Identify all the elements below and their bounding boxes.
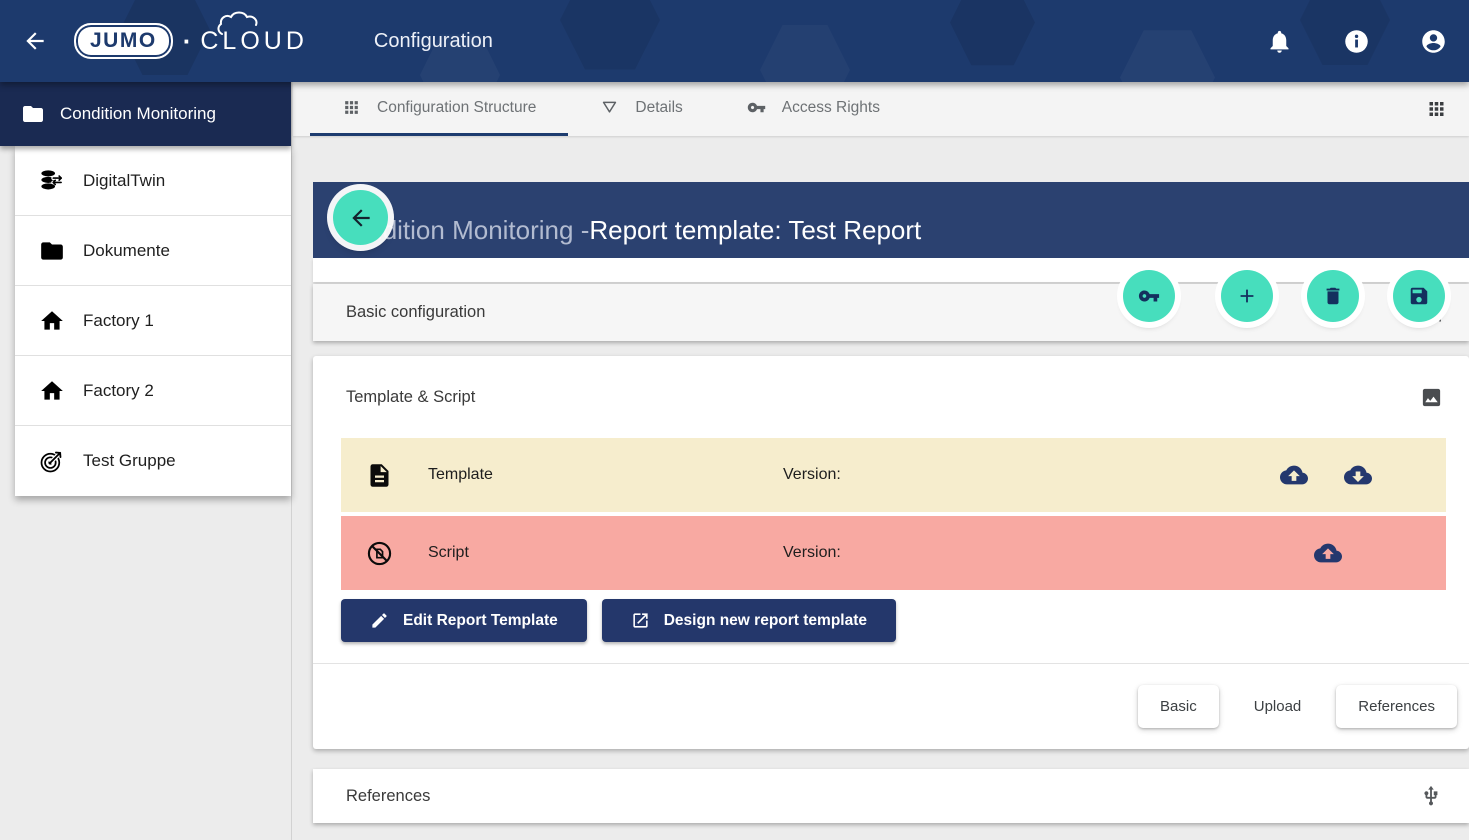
open-in-new-icon [631, 611, 650, 630]
pencil-icon [370, 611, 389, 630]
bell-icon[interactable] [1266, 28, 1293, 55]
cloud-outline-icon [216, 10, 274, 36]
tab-details[interactable]: Details [568, 82, 714, 136]
cloud-upload-icon[interactable] [1280, 461, 1308, 489]
template-row: Template Version: [341, 438, 1446, 512]
sidebar-item-factory-2[interactable]: Factory 2 [15, 356, 291, 426]
template-row-actions [1280, 461, 1372, 489]
document-off-icon [366, 540, 393, 567]
sidebar-item-test-gruppe[interactable]: Test Gruppe [15, 426, 291, 496]
cloud-logo: CLOUD [200, 27, 308, 56]
title-main: Report template: Test Report [589, 215, 921, 246]
script-version-label: Version: [783, 544, 841, 562]
references-panel[interactable]: References [313, 769, 1469, 823]
key-icon [1138, 285, 1160, 307]
cloud-download-icon[interactable] [1344, 461, 1372, 489]
script-row: Script Version: [341, 516, 1446, 590]
jumo-logo-pill: JUMO [74, 23, 173, 59]
image-icon [1420, 386, 1443, 409]
hex-decoration [760, 20, 850, 82]
main-area: Configuration Structure Details Access R… [293, 82, 1469, 840]
template-version-label: Version: [783, 466, 841, 484]
page-title: Configuration [374, 30, 493, 53]
sidebar-root-label: Condition Monitoring [60, 104, 216, 124]
hex-decoration [950, 0, 1035, 70]
references-label: References [346, 787, 430, 806]
trash-icon [1322, 285, 1344, 307]
add-fab-button[interactable] [1221, 270, 1273, 322]
jumo-cloud-logo: JUMO · CLOUD [74, 23, 308, 59]
template-action-buttons: Edit Report Template Design new report t… [341, 599, 1469, 642]
back-arrow-icon[interactable] [22, 28, 48, 54]
document-icon [366, 462, 393, 489]
tab-label: Configuration Structure [377, 99, 536, 117]
edit-report-template-button[interactable]: Edit Report Template [341, 599, 587, 642]
folder-icon [21, 102, 45, 126]
detail-content: Condition Monitoring - Report template: … [293, 182, 1469, 823]
basic-configuration-label: Basic configuration [346, 303, 485, 322]
save-icon [1408, 285, 1430, 307]
detail-title-bar: Condition Monitoring - Report template: … [313, 182, 1469, 258]
brand-separator: · [183, 26, 192, 57]
apps-grid-icon[interactable] [1426, 99, 1447, 120]
sidebar: Condition Monitoring DigitalTwin [0, 82, 292, 840]
home-icon [39, 378, 65, 404]
save-fab-button[interactable] [1393, 270, 1445, 322]
references-button[interactable]: References [1336, 685, 1457, 728]
app-bar: JUMO · CLOUD Configuration [0, 0, 1469, 82]
tab-configuration-structure[interactable]: Configuration Structure [310, 82, 568, 136]
design-new-report-template-label: Design new report template [664, 612, 867, 630]
app-bar-actions [1266, 28, 1447, 55]
template-row-label: Template [428, 466, 493, 484]
back-fab-button[interactable] [333, 190, 388, 245]
sidebar-item-digitaltwin[interactable]: DigitalTwin [15, 146, 291, 216]
template-script-label: Template & Script [346, 388, 475, 407]
basic-button[interactable]: Basic [1138, 685, 1219, 728]
design-new-report-template-button[interactable]: Design new report template [602, 599, 896, 642]
cloud-upload-icon[interactable] [1314, 539, 1342, 567]
sidebar-items: DigitalTwin Dokumente Factory 1 Factory … [15, 146, 291, 496]
funnel-icon [600, 98, 619, 117]
sidebar-item-factory-1[interactable]: Factory 1 [15, 286, 291, 356]
hex-decoration [560, 0, 660, 75]
target-icon [39, 448, 65, 474]
delete-fab-button[interactable] [1307, 270, 1359, 322]
info-icon[interactable] [1343, 28, 1370, 55]
template-script-card: Template & Script Template Version: [313, 356, 1469, 749]
plus-icon [1236, 285, 1258, 307]
upload-button[interactable]: Upload [1248, 685, 1308, 728]
sidebar-item-label: DigitalTwin [83, 171, 165, 191]
digital-twin-icon [39, 168, 65, 194]
sidebar-root-condition-monitoring[interactable]: Condition Monitoring [0, 82, 291, 146]
template-script-header: Template & Script [313, 356, 1469, 438]
tab-label: Details [635, 99, 682, 117]
home-icon [39, 308, 65, 334]
hex-decoration [1120, 25, 1215, 82]
jumo-logo-text: JUMO [90, 29, 157, 52]
sidebar-item-label: Dokumente [83, 241, 170, 261]
sidebar-item-label: Test Gruppe [83, 451, 176, 471]
script-row-actions [1314, 539, 1342, 567]
tab-access-rights[interactable]: Access Rights [715, 82, 912, 136]
access-key-fab-button[interactable] [1123, 270, 1175, 322]
sidebar-item-dokumente[interactable]: Dokumente [15, 216, 291, 286]
tab-bar: Configuration Structure Details Access R… [293, 82, 1469, 136]
sidebar-item-label: Factory 2 [83, 381, 154, 401]
script-row-label: Script [428, 544, 469, 562]
edit-report-template-label: Edit Report Template [403, 612, 558, 630]
key-icon [747, 98, 766, 117]
sidebar-item-label: Factory 1 [83, 311, 154, 331]
folder-icon [39, 238, 65, 264]
grid-dots-icon [342, 98, 361, 117]
jumo-cloud-app: JUMO · CLOUD Configuration [0, 0, 1469, 840]
tab-label: Access Rights [782, 99, 880, 117]
card-footer: Basic Upload References [313, 664, 1469, 749]
fab-actions [1123, 270, 1445, 322]
arrow-left-icon [348, 205, 374, 231]
account-icon[interactable] [1420, 28, 1447, 55]
usb-icon [1420, 785, 1442, 807]
